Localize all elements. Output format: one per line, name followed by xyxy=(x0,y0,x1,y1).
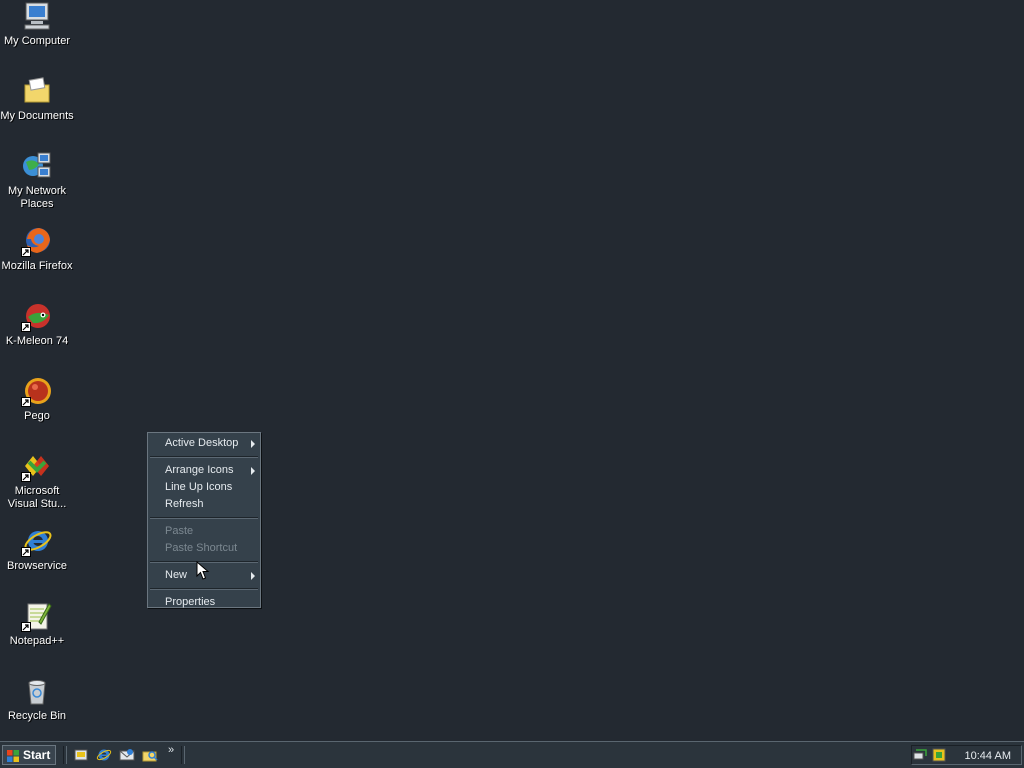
shortcut-arrow-icon xyxy=(21,247,31,257)
menu-item-paste-shortcut: Paste Shortcut xyxy=(148,540,260,557)
quick-launch-more-button[interactable]: » xyxy=(168,744,174,756)
desktop-icon-label: K-Meleon 74 xyxy=(5,335,69,347)
notepad-plus-plus-icon xyxy=(21,600,53,632)
menu-item-line-up-icons[interactable]: Line Up Icons xyxy=(148,479,260,496)
taskbar-divider xyxy=(63,746,67,764)
network-places-icon xyxy=(21,150,53,182)
desktop-icon-my-computer[interactable]: My Computer xyxy=(0,0,74,48)
k-meleon-icon xyxy=(21,300,53,332)
program-tray-icon[interactable] xyxy=(931,747,947,763)
desktop-icon-label: Microsoft Visual Stu... xyxy=(7,485,67,510)
desktop-icon-label: Recycle Bin xyxy=(7,710,67,722)
shortcut-arrow-icon xyxy=(21,622,31,632)
desktop-icon-my-documents[interactable]: My Documents xyxy=(0,75,74,123)
desktop-icon-label: My Documents xyxy=(0,110,74,122)
desktop-icon-label: Pego xyxy=(24,410,50,422)
desktop-icon-k-meleon[interactable]: K-Meleon 74 xyxy=(0,300,74,348)
desktop-icon-browservice[interactable]: Browservice xyxy=(0,525,74,573)
desktop-icon-pego[interactable]: Pego xyxy=(0,375,74,423)
network-tray-icon[interactable] xyxy=(913,747,929,763)
menu-item-label: Properties xyxy=(165,596,216,608)
desktop-icon-recycle-bin[interactable]: Recycle Bin xyxy=(0,675,74,723)
start-label: Start xyxy=(23,748,51,762)
menu-item-label: New xyxy=(165,569,188,581)
windows-logo-icon xyxy=(7,749,19,762)
menu-item-label: Refresh xyxy=(165,498,204,510)
menu-item-paste: Paste xyxy=(148,523,260,540)
shortcut-arrow-icon xyxy=(21,322,31,332)
menu-separator xyxy=(150,456,258,458)
desktop-icon-visual-studio[interactable]: Microsoft Visual Stu... xyxy=(0,450,74,511)
submenu-arrow-icon xyxy=(251,467,255,475)
desktop-icon-label: Mozilla Firefox xyxy=(1,260,73,272)
menu-item-label: Arrange Icons xyxy=(165,464,234,476)
desktop-icon-label: Notepad++ xyxy=(9,635,65,647)
menu-item-label: Paste xyxy=(165,525,194,537)
visual-studio-icon xyxy=(21,450,53,482)
internet-explorer-icon xyxy=(21,525,53,557)
submenu-arrow-icon xyxy=(251,572,255,580)
internet-explorer-icon[interactable] xyxy=(96,747,112,763)
desktop-icon-my-network-places[interactable]: My Network Places xyxy=(0,150,74,211)
menu-item-properties[interactable]: Properties xyxy=(148,594,260,611)
recycle-bin-icon xyxy=(21,675,53,707)
taskbar-divider xyxy=(181,746,185,764)
desktop-icon-label: My Computer xyxy=(3,35,71,47)
menu-separator xyxy=(150,517,258,519)
desktop[interactable]: My Computer My Documents My Network Plac… xyxy=(0,0,1024,741)
outlook-express-icon[interactable] xyxy=(119,747,135,763)
menu-item-label: Line Up Icons xyxy=(165,481,233,493)
menu-separator xyxy=(150,588,258,590)
submenu-arrow-icon xyxy=(251,440,255,448)
computer-icon xyxy=(21,0,53,32)
start-button[interactable]: Start xyxy=(2,745,56,765)
menu-item-label: Paste Shortcut xyxy=(165,542,238,554)
shortcut-arrow-icon xyxy=(21,547,31,557)
menu-item-active-desktop[interactable]: Active Desktop xyxy=(148,435,260,452)
menu-item-refresh[interactable]: Refresh xyxy=(148,496,260,513)
desktop-icon-label: Browservice xyxy=(7,560,67,572)
desktop-icon-mozilla-firefox[interactable]: Mozilla Firefox xyxy=(0,225,74,273)
documents-folder-icon xyxy=(21,75,53,107)
taskbar: Start » 10:44 AM xyxy=(0,741,1024,768)
shortcut-arrow-icon xyxy=(21,472,31,482)
menu-item-arrange-icons[interactable]: Arrange Icons xyxy=(148,462,260,479)
desktop-icon-notepad-plus-plus[interactable]: Notepad++ xyxy=(0,600,74,648)
mouse-pointer-icon xyxy=(196,560,210,581)
shortcut-arrow-icon xyxy=(21,397,31,407)
clock[interactable]: 10:44 AM xyxy=(965,748,1011,764)
desktop-context-menu: Active Desktop Arrange Icons Line Up Ico… xyxy=(147,432,261,608)
firefox-icon xyxy=(21,225,53,257)
explorer-icon[interactable] xyxy=(142,747,158,763)
desktop-icon-label: My Network Places xyxy=(7,185,67,210)
system-tray: 10:44 AM xyxy=(911,745,1022,765)
menu-item-label: Active Desktop xyxy=(165,437,239,449)
pego-icon xyxy=(21,375,53,407)
show-desktop-icon[interactable] xyxy=(73,747,89,763)
